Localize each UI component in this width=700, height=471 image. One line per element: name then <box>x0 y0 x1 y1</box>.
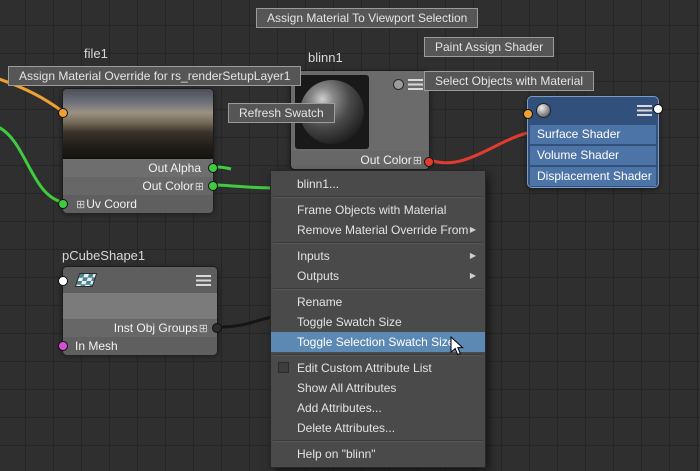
expand-box-icon[interactable]: ⊞ <box>198 323 209 335</box>
file1-texture-swatch <box>63 89 213 159</box>
select-objects-with-material-button[interactable]: Select Objects with Material <box>424 71 595 91</box>
menu-separator <box>273 196 483 198</box>
file1-out-alpha-port[interactable] <box>208 163 218 173</box>
hamburger-menu-icon[interactable] <box>408 79 423 90</box>
menu-separator <box>273 288 483 290</box>
file1-uv-coord-port[interactable] <box>58 199 68 209</box>
menu-item-add-attributes[interactable]: Add Attributes... <box>271 398 485 418</box>
menu-item-show-all-attributes[interactable]: Show All Attributes <box>271 378 485 398</box>
surface-shader-label: Surface Shader <box>537 127 621 141</box>
pcube-row-inst-obj-groups[interactable]: Inst Obj Groups⊞ <box>63 319 217 337</box>
paint-assign-shader-button[interactable]: Paint Assign Shader <box>424 37 555 57</box>
sg-row-volume-shader[interactable]: Volume Shader <box>530 146 656 165</box>
expand-box-icon[interactable]: ⊞ <box>75 199 86 211</box>
wire-green-outalpha-stub <box>216 165 232 171</box>
menu-item-remove-material-override[interactable]: Remove Material Override From ▶ <box>271 220 485 240</box>
sg-input-port[interactable] <box>523 109 533 119</box>
wire-red-outcolor-to-sg <box>432 131 528 165</box>
file1-row-uv-coord[interactable]: ⊞Uv Coord <box>63 195 213 213</box>
node-file1[interactable]: Out Alpha Out Color⊞ ⊞Uv Coord <box>58 88 218 213</box>
menu-item-help-on-blinn[interactable]: Help on "blinn" <box>271 444 485 464</box>
expand-box-icon[interactable]: ⊞ <box>194 181 205 193</box>
out-alpha-label: Out Alpha <box>148 161 201 175</box>
uv-coord-label: Uv Coord <box>86 197 137 211</box>
submenu-arrow-icon: ▶ <box>469 225 476 234</box>
pcube-in-mesh-port[interactable] <box>58 341 68 351</box>
menu-item-label: Edit Custom Attribute List <box>297 361 432 375</box>
pcube-swatch-band <box>63 293 217 319</box>
node-title-blinn1: blinn1 <box>308 50 343 65</box>
menu-item-delete-attributes[interactable]: Delete Attributes... <box>271 418 485 438</box>
expand-box-icon[interactable]: ⊞ <box>412 155 423 167</box>
out-color-label: Out Color <box>360 153 412 167</box>
sg-output-port[interactable] <box>653 104 663 114</box>
mesh-checker-icon <box>74 273 98 287</box>
hamburger-menu-icon[interactable] <box>196 275 211 286</box>
wire-green-to-uvcoord <box>0 126 63 204</box>
checkbox-icon[interactable] <box>278 362 289 373</box>
submenu-arrow-icon: ▶ <box>469 251 476 260</box>
pcube-header-port[interactable] <box>58 276 68 286</box>
file1-row-out-alpha[interactable]: Out Alpha <box>63 159 213 177</box>
wire-dark-instobjgroups <box>221 315 273 329</box>
menu-item-edit-custom-attribute-list[interactable]: Edit Custom Attribute List <box>271 358 485 378</box>
file1-row-out-color[interactable]: Out Color⊞ <box>63 177 213 195</box>
context-menu: blinn1... Frame Objects with Material Re… <box>270 170 486 468</box>
menu-item-frame-objects[interactable]: Frame Objects with Material <box>271 200 485 220</box>
menu-item-toggle-swatch-size[interactable]: Toggle Swatch Size <box>271 312 485 332</box>
file1-input-port[interactable] <box>58 108 68 118</box>
displacement-shader-label: Displacement Shader <box>537 169 652 183</box>
volume-shader-label: Volume Shader <box>537 148 620 162</box>
menu-separator <box>273 440 483 442</box>
pcube-row-in-mesh[interactable]: In Mesh <box>63 337 217 355</box>
menu-item-label: Outputs <box>297 269 340 283</box>
sg-row-surface-shader[interactable]: Surface Shader <box>530 125 656 144</box>
wire-green-outcolor <box>216 183 273 190</box>
context-menu-title: blinn1... <box>297 177 340 191</box>
menu-item-outputs[interactable]: Outputs ▶ <box>271 266 485 286</box>
menu-separator <box>273 242 483 244</box>
menu-item-inputs[interactable]: Inputs ▶ <box>271 246 485 266</box>
pcube-header <box>63 267 217 293</box>
menu-item-label: Inputs <box>297 249 330 263</box>
assign-material-override-button[interactable]: Assign Material Override for rs_renderSe… <box>8 66 302 86</box>
file1-out-color-port[interactable] <box>208 181 218 191</box>
pcube-inst-obj-groups-port[interactable] <box>212 323 222 333</box>
out-color-label: Out Color <box>142 179 194 193</box>
mouse-cursor <box>450 336 464 356</box>
shading-group-sphere-icon <box>536 103 551 118</box>
menu-item-rename[interactable]: Rename <box>271 292 485 312</box>
blinn1-out-color-port[interactable] <box>424 157 434 167</box>
hamburger-menu-icon[interactable] <box>637 105 652 116</box>
node-state-dot[interactable] <box>393 79 404 90</box>
submenu-arrow-icon: ▶ <box>469 271 476 280</box>
blinn1-row-out-color[interactable]: Out Color⊞ <box>291 151 429 169</box>
assign-material-viewport-button[interactable]: Assign Material To Viewport Selection <box>256 8 479 28</box>
menu-item-label: Remove Material Override From <box>297 223 469 237</box>
node-shading-group[interactable]: Surface Shader Volume Shader Displacemen… <box>523 96 663 188</box>
in-mesh-label: In Mesh <box>75 339 118 353</box>
node-pcubeshape1[interactable]: Inst Obj Groups⊞ In Mesh <box>58 266 222 355</box>
refresh-swatch-button[interactable]: Refresh Swatch <box>228 103 335 123</box>
inst-obj-groups-label: Inst Obj Groups <box>113 321 198 335</box>
node-title-file1: file1 <box>84 46 108 61</box>
node-title-pcubeshape1: pCubeShape1 <box>62 248 146 263</box>
sg-row-displacement-shader[interactable]: Displacement Shader <box>530 167 656 186</box>
